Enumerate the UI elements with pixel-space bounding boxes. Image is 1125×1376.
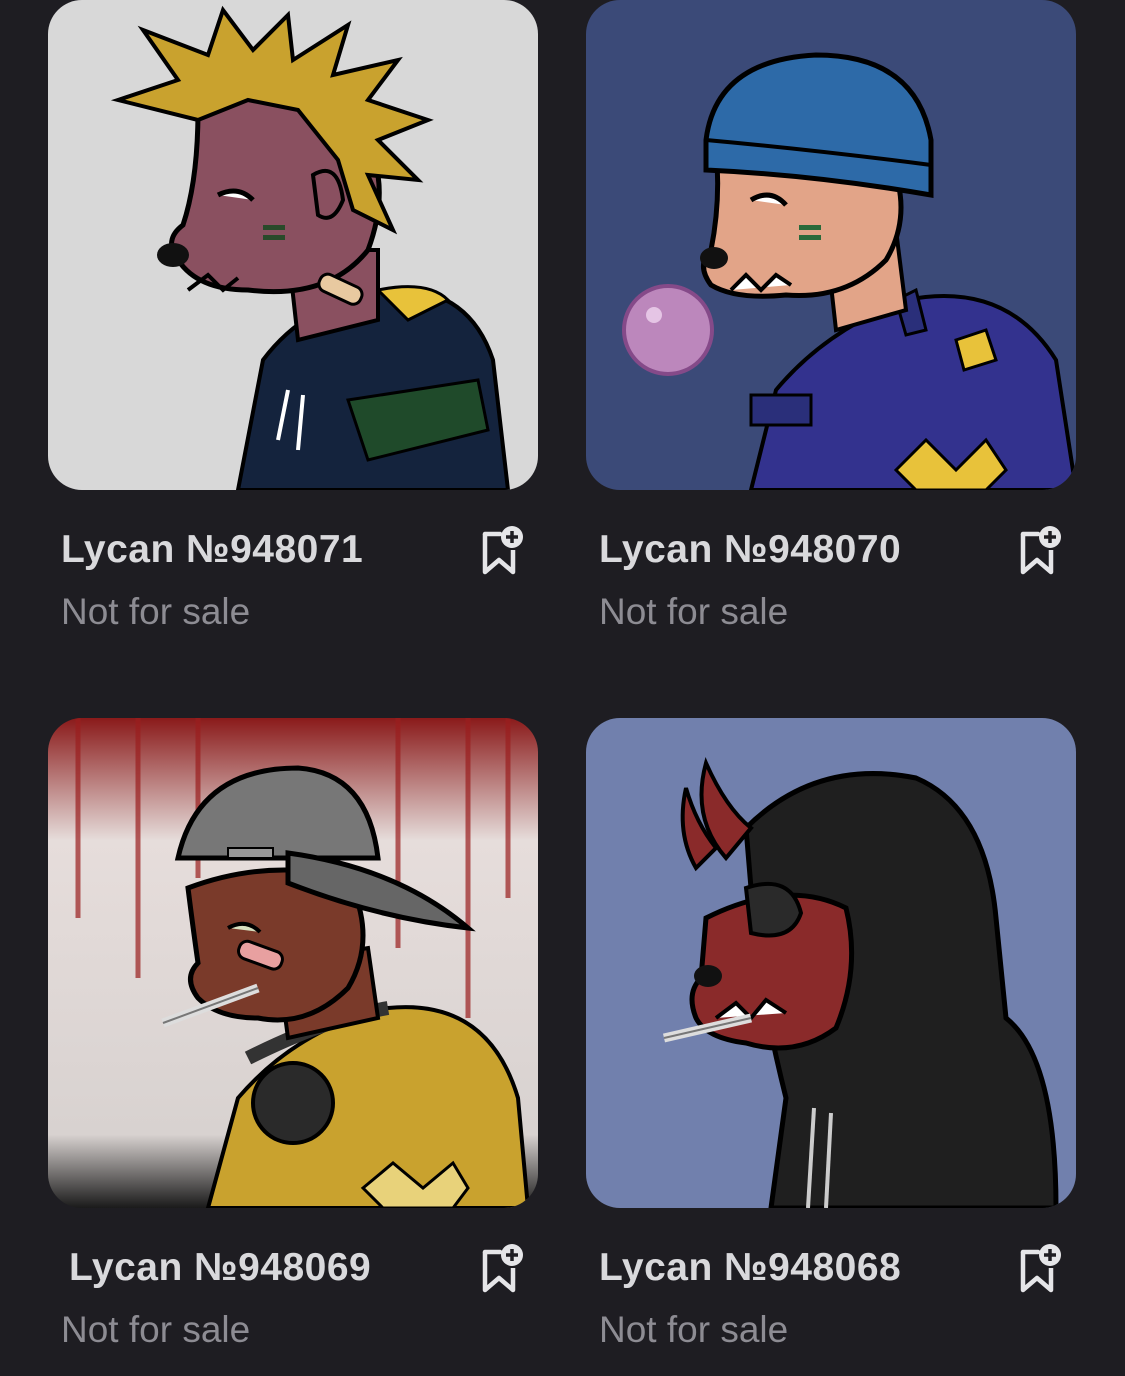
sale-status: Not for sale [599, 591, 789, 632]
nft-title[interactable]: Lycan №948070 [599, 528, 901, 572]
nft-grid: Lycan №948071 Not for sale Lycan №948070… [0, 0, 1125, 1358]
bookmark-add-button[interactable] [1018, 524, 1062, 576]
nft-artwork[interactable] [586, 0, 1076, 490]
sale-status: Not for sale [599, 1309, 789, 1350]
nft-card[interactable]: Lycan №948069 Not for sale [48, 718, 538, 1376]
bookmark-add-button[interactable] [480, 524, 524, 576]
lycan-portrait-image [586, 0, 1076, 490]
nft-artwork[interactable] [48, 718, 538, 1208]
bookmark-add-button[interactable] [480, 1242, 524, 1294]
nft-title[interactable]: Lycan №948068 [599, 1246, 901, 1290]
bookmark-add-icon [482, 1244, 523, 1293]
nft-artwork[interactable] [586, 718, 1076, 1208]
nft-title[interactable]: Lycan №948069 [69, 1246, 371, 1290]
bookmark-add-icon [1020, 526, 1061, 575]
nft-card[interactable]: Lycan №948071 Not for sale [48, 0, 538, 658]
nft-card[interactable]: Lycan №948068 Not for sale [586, 718, 1076, 1376]
bookmark-add-icon [482, 526, 523, 575]
sale-status: Not for sale [61, 591, 251, 632]
bookmark-add-button[interactable] [1018, 1242, 1062, 1294]
nft-artwork[interactable] [48, 0, 538, 490]
lycan-portrait-image [48, 718, 538, 1208]
lycan-portrait-image [586, 718, 1076, 1208]
sale-status: Not for sale [61, 1309, 251, 1350]
lycan-portrait-image [48, 0, 538, 490]
nft-card[interactable]: Lycan №948070 Not for sale [586, 0, 1076, 658]
nft-title[interactable]: Lycan №948071 [61, 528, 363, 572]
bookmark-add-icon [1020, 1244, 1061, 1293]
